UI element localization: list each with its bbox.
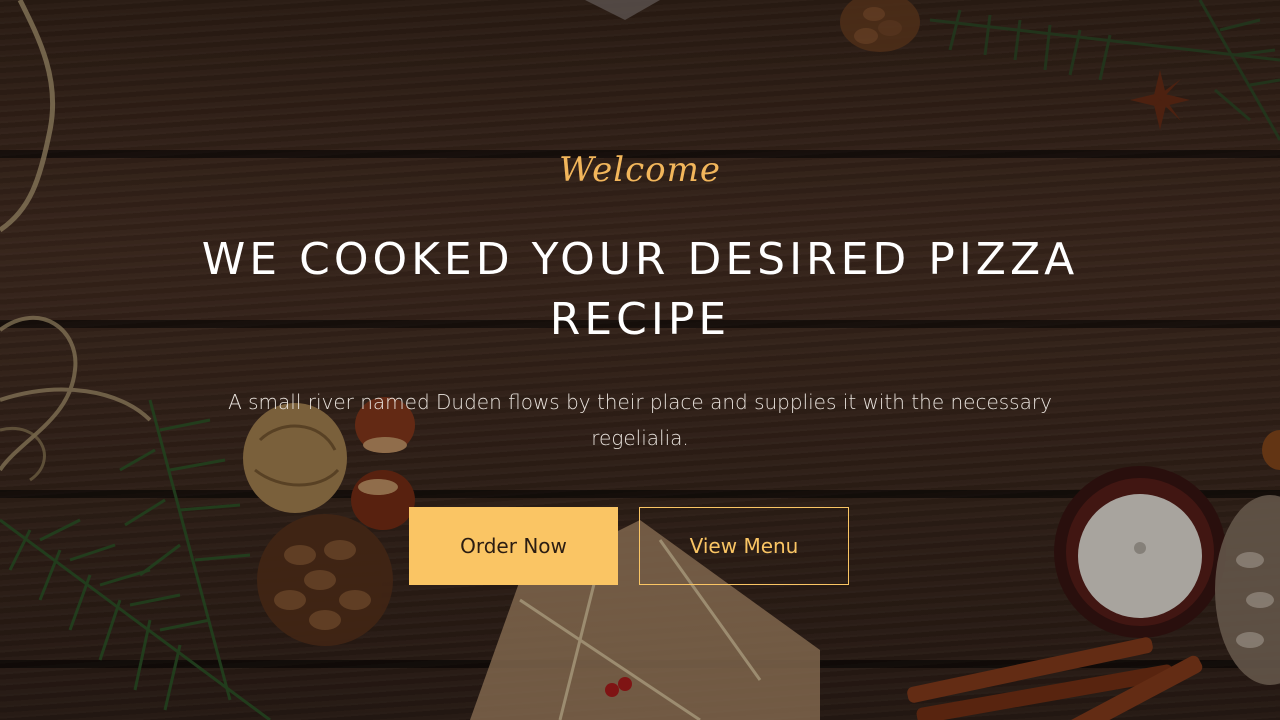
welcome-script-heading: Welcome [558,150,722,190]
view-menu-button[interactable]: View Menu [639,507,849,585]
order-now-button[interactable]: Order Now [409,507,618,585]
hero-content: Welcome WE COOKED YOUR DESIRED PIZZA REC… [0,0,1280,720]
hero-title: WE COOKED YOUR DESIRED PIZZA RECIPE [201,234,1079,345]
hero-section: Welcome WE COOKED YOUR DESIRED PIZZA REC… [0,0,1280,720]
hero-subtitle: A small river named Duden flows by their… [228,390,1052,450]
